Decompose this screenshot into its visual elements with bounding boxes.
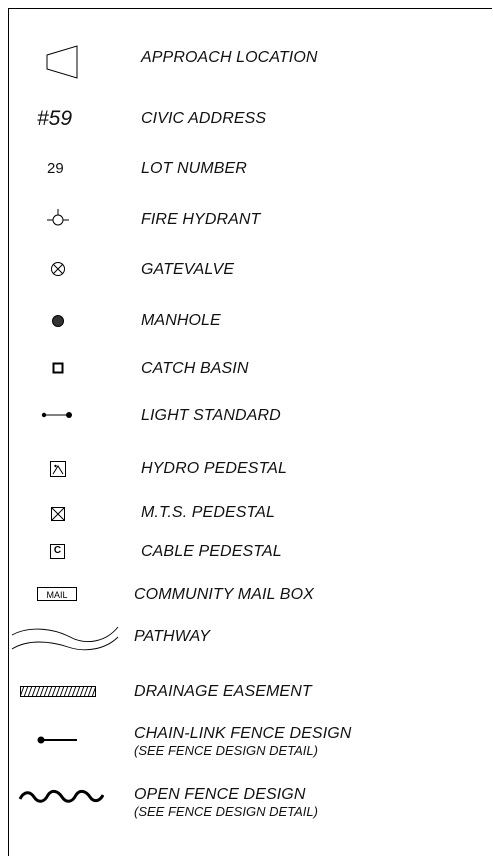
light-standard-icon bbox=[41, 412, 72, 418]
lot-number-symbol: 29 bbox=[47, 160, 64, 177]
legend-label-approach-location: APPROACH LOCATION bbox=[141, 49, 318, 66]
legend-label-mts-pedestal: M.T.S. PEDESTAL bbox=[141, 504, 275, 521]
mail-box-text: MAIL bbox=[46, 590, 68, 600]
legend-label-cable-pedestal: CABLE PEDESTAL bbox=[141, 543, 282, 560]
legend-label-civic-address: CIVIC ADDRESS bbox=[141, 110, 267, 127]
legend-label-chain-link-fence: CHAIN-LINK FENCE DESIGN bbox=[134, 725, 352, 742]
legend-label-community-mail-box: COMMUNITY MAIL BOX bbox=[134, 586, 314, 603]
mts-pedestal-icon bbox=[51, 507, 65, 521]
mail-box-icon: MAIL bbox=[37, 587, 77, 601]
pathway-icon bbox=[11, 626, 119, 651]
legend-label-manhole: MANHOLE bbox=[141, 312, 221, 329]
approach-location-icon bbox=[46, 45, 78, 79]
manhole-icon bbox=[52, 315, 64, 327]
cable-pedestal-letter: C bbox=[53, 545, 62, 556]
legend-label-drainage-easement: DRAINAGE EASEMENT bbox=[134, 683, 312, 700]
legend-label-catch-basin: CATCH BASIN bbox=[141, 360, 249, 377]
drainage-easement-icon bbox=[20, 686, 96, 697]
gatevalve-icon bbox=[51, 262, 65, 276]
legend-sublabel-open-fence: (SEE FENCE DESIGN DETAIL) bbox=[134, 804, 318, 819]
legend-label-light-standard: LIGHT STANDARD bbox=[141, 407, 281, 424]
hydro-pedestal-icon bbox=[50, 461, 66, 477]
legend-label-hydro-pedestal: HYDRO PEDESTAL bbox=[141, 460, 288, 477]
legend-label-lot-number: LOT NUMBER bbox=[141, 160, 247, 177]
cable-pedestal-icon: C bbox=[50, 544, 65, 559]
chain-link-fence-icon bbox=[37, 736, 77, 744]
legend-sublabel-chain-link-fence: (SEE FENCE DESIGN DETAIL) bbox=[134, 743, 318, 758]
fire-hydrant-icon bbox=[47, 209, 69, 226]
legend-label-fire-hydrant: FIRE HYDRANT bbox=[141, 211, 261, 228]
catch-basin-icon bbox=[52, 362, 64, 374]
legend-label-open-fence: OPEN FENCE DESIGN bbox=[134, 786, 306, 803]
legend-label-gatevalve: GATEVALVE bbox=[141, 261, 235, 278]
civic-address-symbol: #59 bbox=[37, 107, 73, 130]
open-fence-icon bbox=[18, 789, 104, 803]
legend-label-pathway: PATHWAY bbox=[134, 628, 210, 645]
